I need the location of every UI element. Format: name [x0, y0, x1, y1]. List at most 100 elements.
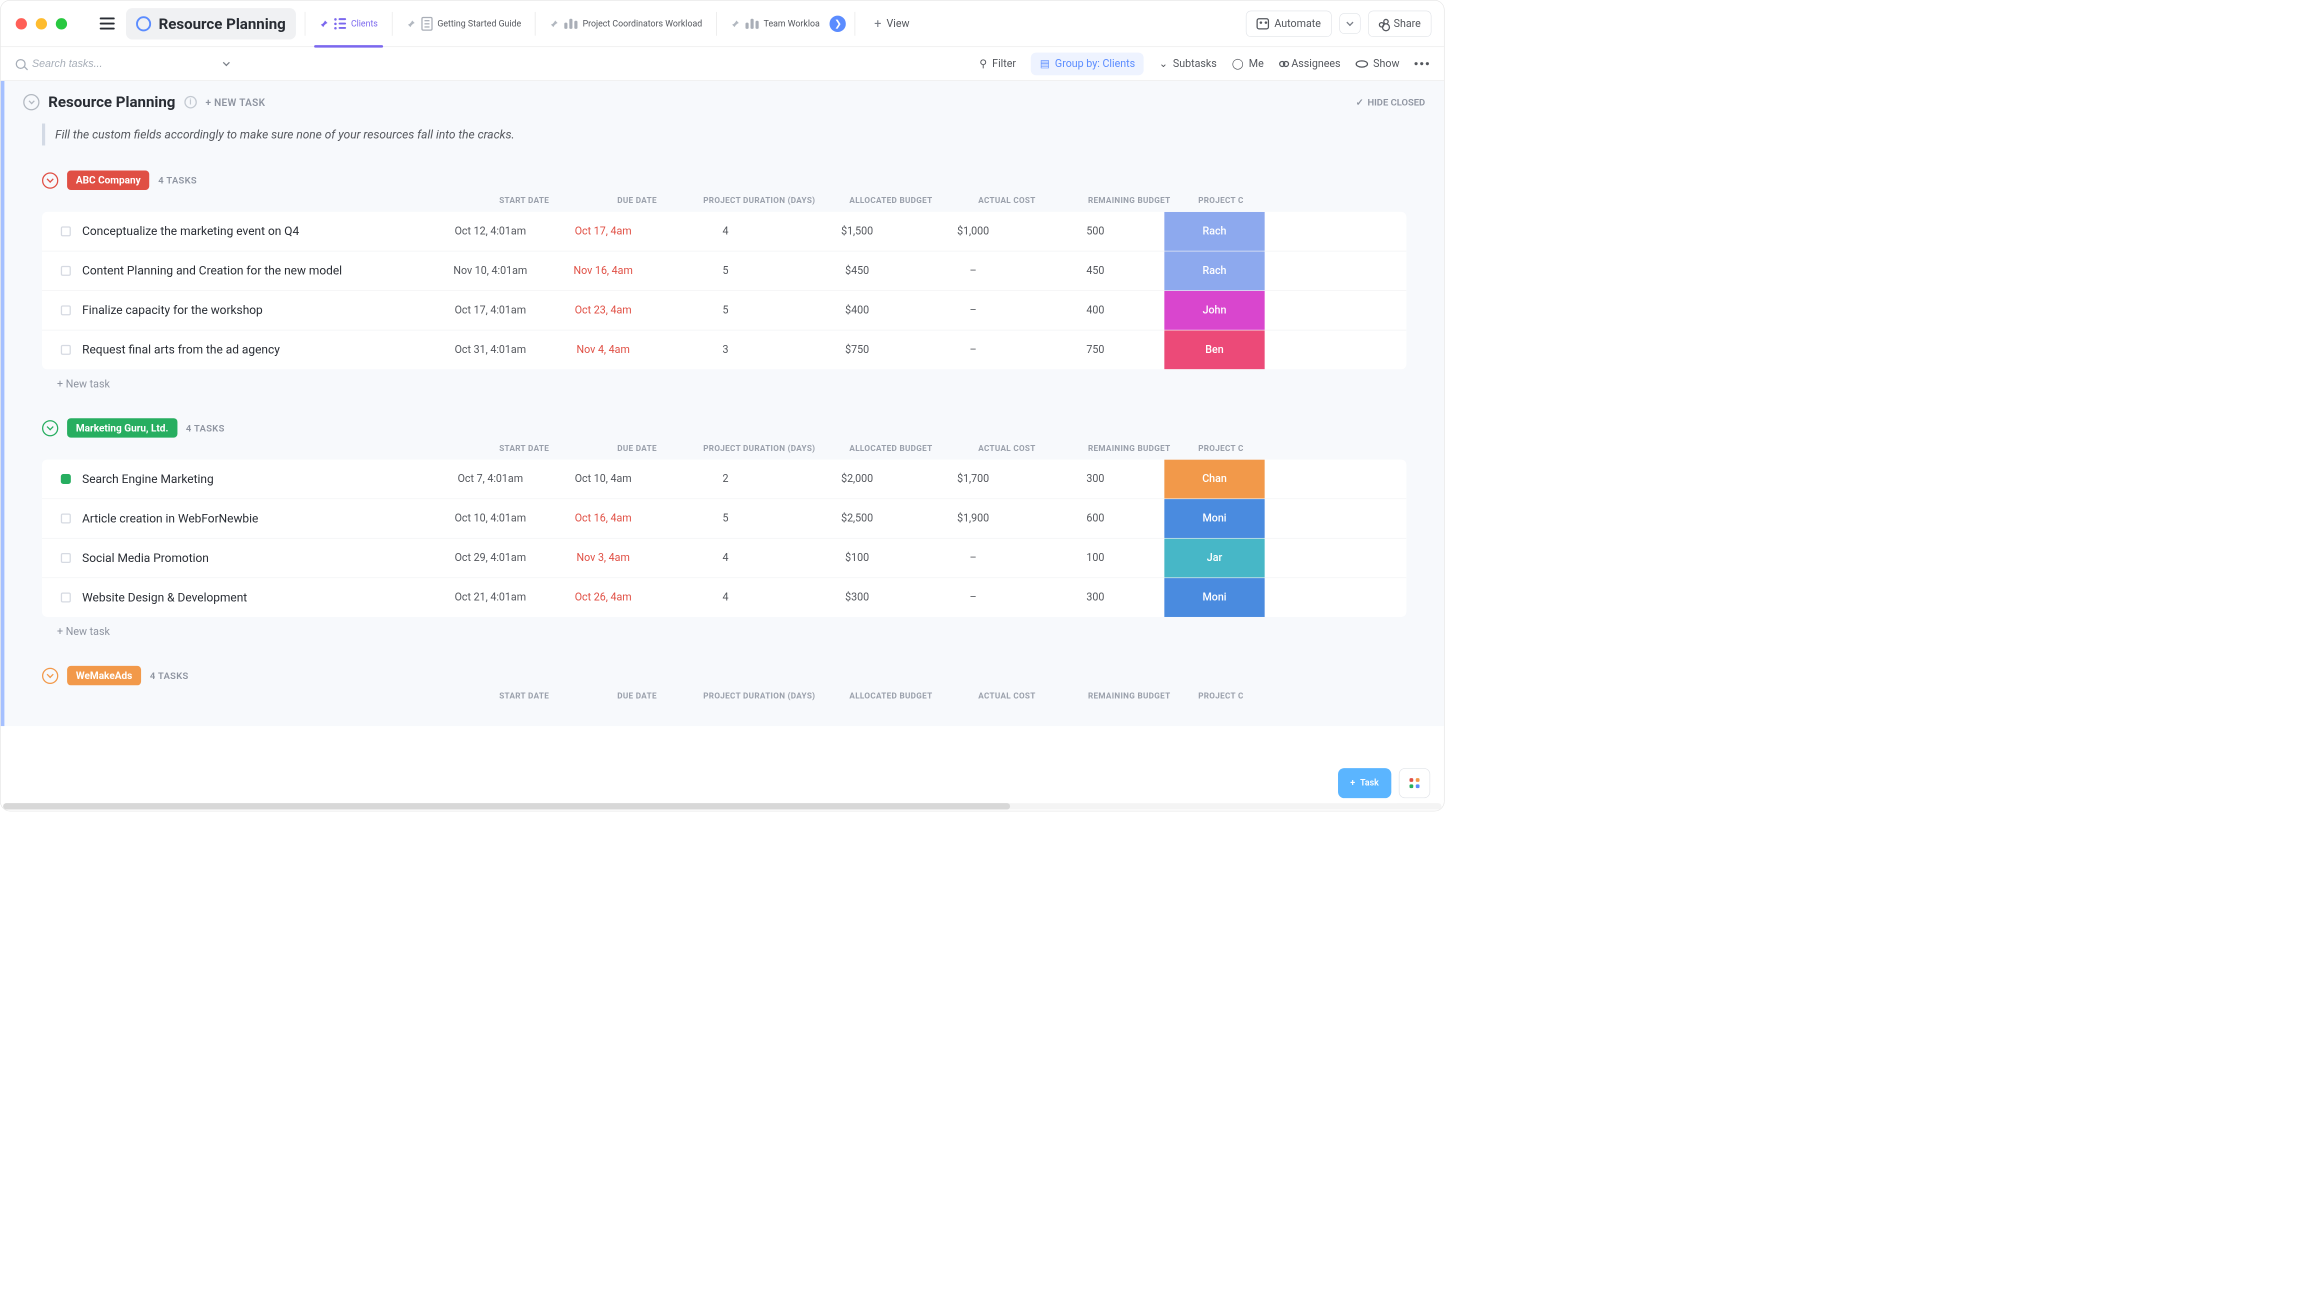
col-5[interactable]: ACTUAL COST — [954, 196, 1061, 205]
search-input[interactable] — [32, 57, 145, 70]
new-task-button[interactable]: + NEW TASK — [205, 96, 265, 108]
due-date[interactable]: Oct 17, 4am — [550, 225, 657, 238]
task-name[interactable]: Request final arts from the ad agency — [82, 342, 280, 359]
actual-cost[interactable]: $1,900 — [920, 512, 1027, 525]
actual-cost[interactable]: – — [920, 265, 1027, 278]
share-button[interactable]: Share — [1368, 10, 1432, 36]
allocated-budget[interactable]: $300 — [794, 591, 919, 604]
col-5[interactable]: ACTUAL COST — [954, 444, 1061, 453]
content-scroll[interactable]: Resource Planning i + NEW TASK ✓HIDE CLO… — [1, 81, 1444, 811]
duration[interactable]: 4 — [656, 225, 794, 238]
table-row[interactable]: Conceptualize the marketing event on Q4 … — [42, 212, 1406, 252]
task-checkbox[interactable] — [61, 345, 71, 355]
automate-dropdown[interactable] — [1339, 13, 1360, 34]
page-title-chip[interactable]: Resource Planning — [126, 8, 296, 39]
info-icon[interactable]: i — [184, 96, 197, 109]
horizontal-scrollbar[interactable] — [3, 803, 1441, 809]
due-date[interactable]: Oct 16, 4am — [550, 512, 657, 525]
table-row[interactable]: Social Media Promotion Oct 29, 4:01am No… — [42, 539, 1406, 579]
col-1[interactable]: START DATE — [465, 444, 584, 453]
task-checkbox[interactable] — [61, 553, 71, 563]
table-row[interactable]: Search Engine Marketing Oct 7, 4:01am Oc… — [42, 460, 1406, 500]
groupby-button[interactable]: ▤Group by: Clients — [1031, 52, 1144, 75]
task-checkbox[interactable] — [61, 266, 71, 276]
minimize-window[interactable] — [36, 18, 47, 29]
col-1[interactable]: START DATE — [465, 196, 584, 205]
close-window[interactable] — [16, 18, 27, 29]
due-date[interactable]: Nov 3, 4am — [550, 552, 657, 565]
task-checkbox[interactable] — [61, 593, 71, 603]
table-row[interactable]: Article creation in WebForNewbie Oct 10,… — [42, 499, 1406, 539]
project-owner[interactable]: Moni — [1164, 499, 1264, 538]
actual-cost[interactable]: – — [920, 591, 1027, 604]
col-6[interactable]: REMAINING BUDGET — [1060, 444, 1198, 453]
project-owner[interactable]: Jar — [1164, 539, 1264, 578]
group-collapse[interactable] — [42, 172, 58, 188]
task-checkbox[interactable] — [61, 226, 71, 236]
project-owner[interactable]: Rach — [1164, 212, 1264, 251]
col-7[interactable]: PROJECT C — [1198, 444, 1298, 453]
project-owner[interactable]: Rach — [1164, 251, 1264, 290]
search-dropdown[interactable] — [223, 59, 230, 66]
duration[interactable]: 4 — [656, 552, 794, 565]
allocated-budget[interactable]: $1,500 — [794, 225, 919, 238]
col-1[interactable]: START DATE — [465, 692, 584, 701]
duration[interactable]: 5 — [656, 512, 794, 525]
col-7[interactable]: PROJECT C — [1198, 692, 1298, 701]
col-2[interactable]: DUE DATE — [584, 692, 691, 701]
group-name[interactable]: WeMakeAds — [67, 666, 141, 685]
add-view-button[interactable]: + View — [864, 10, 919, 38]
tab-getting-started[interactable]: Getting Started Guide — [401, 0, 526, 46]
col-2[interactable]: DUE DATE — [584, 444, 691, 453]
filter-button[interactable]: ⚲Filter — [979, 57, 1016, 70]
actual-cost[interactable]: $1,700 — [920, 473, 1027, 486]
actual-cost[interactable]: – — [920, 304, 1027, 317]
start-date[interactable]: Oct 10, 4:01am — [431, 512, 550, 525]
due-date[interactable]: Oct 10, 4am — [550, 473, 657, 486]
col-4[interactable]: ALLOCATED BUDGET — [828, 444, 953, 453]
group-name[interactable]: ABC Company — [67, 171, 149, 190]
remaining-budget[interactable]: 450 — [1026, 265, 1164, 278]
project-owner[interactable]: Moni — [1164, 578, 1264, 617]
task-name[interactable]: Finalize capacity for the workshop — [82, 302, 263, 319]
actual-cost[interactable]: – — [920, 552, 1027, 565]
remaining-budget[interactable]: 750 — [1026, 344, 1164, 357]
col-3[interactable]: PROJECT DURATION (DAYS) — [690, 444, 828, 453]
remaining-budget[interactable]: 100 — [1026, 552, 1164, 565]
col-6[interactable]: REMAINING BUDGET — [1060, 692, 1198, 701]
allocated-budget[interactable]: $450 — [794, 265, 919, 278]
start-date[interactable]: Oct 17, 4:01am — [431, 304, 550, 317]
project-owner[interactable]: John — [1164, 291, 1264, 330]
start-date[interactable]: Oct 12, 4:01am — [431, 225, 550, 238]
actual-cost[interactable]: $1,000 — [920, 225, 1027, 238]
allocated-budget[interactable]: $400 — [794, 304, 919, 317]
automate-button[interactable]: Automate — [1246, 10, 1331, 36]
duration[interactable]: 3 — [656, 344, 794, 357]
new-task-row[interactable]: + New task — [42, 617, 1406, 647]
task-name[interactable]: Content Planning and Creation for the ne… — [82, 263, 342, 280]
group-collapse[interactable] — [42, 667, 58, 683]
start-date[interactable]: Oct 29, 4:01am — [431, 552, 550, 565]
col-6[interactable]: REMAINING BUDGET — [1060, 196, 1198, 205]
table-row[interactable]: Website Design & Development Oct 21, 4:0… — [42, 578, 1406, 617]
task-name[interactable]: Search Engine Marketing — [82, 471, 214, 488]
remaining-budget[interactable]: 400 — [1026, 304, 1164, 317]
new-task-row[interactable]: + New task — [42, 369, 1406, 399]
task-checkbox[interactable] — [61, 474, 71, 484]
hide-closed-button[interactable]: ✓HIDE CLOSED — [1356, 97, 1425, 108]
start-date[interactable]: Oct 7, 4:01am — [431, 473, 550, 486]
duration[interactable]: 5 — [656, 304, 794, 317]
start-date[interactable]: Nov 10, 4:01am — [431, 265, 550, 278]
remaining-budget[interactable]: 500 — [1026, 225, 1164, 238]
due-date[interactable]: Nov 4, 4am — [550, 344, 657, 357]
tab-coordinators-workload[interactable]: Project Coordinators Workload — [544, 0, 707, 46]
col-4[interactable]: ALLOCATED BUDGET — [828, 692, 953, 701]
task-name[interactable]: Article creation in WebForNewbie — [82, 510, 258, 527]
due-date[interactable]: Nov 16, 4am — [550, 265, 657, 278]
col-3[interactable]: PROJECT DURATION (DAYS) — [690, 692, 828, 701]
table-row[interactable]: Finalize capacity for the workshop Oct 1… — [42, 291, 1406, 331]
table-row[interactable]: Content Planning and Creation for the ne… — [42, 251, 1406, 291]
remaining-budget[interactable]: 300 — [1026, 473, 1164, 486]
allocated-budget[interactable]: $2,500 — [794, 512, 919, 525]
task-name[interactable]: Social Media Promotion — [82, 550, 209, 567]
